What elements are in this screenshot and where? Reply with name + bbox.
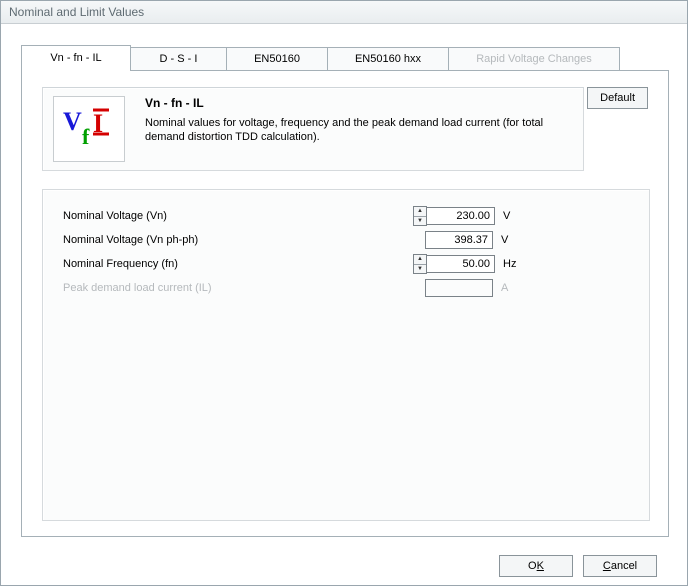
- input-peak-demand-load-current-il: [425, 279, 493, 297]
- input-nominal-voltage-vn-phph: [425, 231, 493, 249]
- row-nominal-voltage-vn-phph: Nominal Voltage (Vn ph-ph) V: [63, 230, 629, 250]
- tab-label: EN50160: [254, 53, 300, 65]
- tab-en50160-hxx[interactable]: EN50160 hxx: [328, 47, 449, 70]
- vfi-icon-svg: V f I: [59, 104, 119, 154]
- ok-button[interactable]: OK: [499, 555, 573, 577]
- dialog-footer: OK Cancel: [1, 546, 687, 586]
- svg-text:V: V: [63, 107, 82, 136]
- title-bar: Nominal and Limit Values: [1, 1, 687, 24]
- cancel-button[interactable]: Cancel: [583, 555, 657, 577]
- tab-en50160[interactable]: EN50160: [227, 47, 328, 70]
- button-label: OK: [528, 560, 544, 572]
- field-label: Nominal Voltage (Vn ph-ph): [63, 234, 413, 246]
- svg-text:f: f: [82, 124, 90, 149]
- spin-down-icon[interactable]: ▼: [414, 265, 426, 274]
- header-group: V f I Vn - fn - IL Nominal values for vo…: [42, 87, 584, 171]
- spinner-vn[interactable]: ▲▼: [413, 206, 427, 226]
- unit-label: V: [501, 234, 525, 246]
- row-nominal-voltage-vn: Nominal Voltage (Vn) ▲▼ V: [63, 206, 629, 226]
- field-label: Peak demand load current (IL): [63, 282, 413, 294]
- tab-d-s-i[interactable]: D - S - I: [131, 47, 227, 70]
- tab-panel: V f I Vn - fn - IL Nominal values for vo…: [21, 70, 669, 537]
- unit-label: Hz: [503, 258, 527, 270]
- header-description: Nominal values for voltage, frequency an…: [145, 116, 571, 144]
- dialog-window: Nominal and Limit Values Vn - fn - IL D …: [0, 0, 688, 586]
- window-title: Nominal and Limit Values: [9, 5, 144, 19]
- spin-down-icon[interactable]: ▼: [414, 217, 426, 226]
- field-label: Nominal Voltage (Vn): [63, 210, 413, 222]
- tab-label: Vn - fn - IL: [50, 52, 101, 64]
- tab-label: EN50160 hxx: [355, 53, 421, 65]
- spinner-fn[interactable]: ▲▼: [413, 254, 427, 274]
- header-title: Vn - fn - IL: [145, 96, 204, 110]
- spin-up-icon[interactable]: ▲: [414, 255, 426, 265]
- button-label: Default: [600, 92, 635, 104]
- tab-label: D - S - I: [160, 53, 198, 65]
- row-nominal-frequency-fn: Nominal Frequency (fn) ▲▼ Hz: [63, 254, 629, 274]
- tab-vn-fn-il[interactable]: Vn - fn - IL: [21, 45, 131, 71]
- unit-label: V: [503, 210, 527, 222]
- fields-group: Nominal Voltage (Vn) ▲▼ V Nominal Voltag…: [42, 189, 650, 521]
- unit-label: A: [501, 282, 525, 294]
- tab-rapid-voltage-changes: Rapid Voltage Changes: [449, 47, 620, 70]
- tab-strip: Vn - fn - IL D - S - I EN50160 EN50160 h…: [21, 46, 620, 70]
- spin-up-icon[interactable]: ▲: [414, 207, 426, 217]
- default-button[interactable]: Default: [587, 87, 648, 109]
- vfi-icon: V f I: [53, 96, 125, 162]
- button-label: Cancel: [603, 560, 637, 572]
- client-area: Vn - fn - IL D - S - I EN50160 EN50160 h…: [1, 24, 687, 586]
- input-nominal-voltage-vn[interactable]: [427, 207, 495, 225]
- tab-label: Rapid Voltage Changes: [476, 53, 592, 65]
- row-peak-demand-load-current-il: Peak demand load current (IL) A: [63, 278, 629, 298]
- field-label: Nominal Frequency (fn): [63, 258, 413, 270]
- input-nominal-frequency-fn[interactable]: [427, 255, 495, 273]
